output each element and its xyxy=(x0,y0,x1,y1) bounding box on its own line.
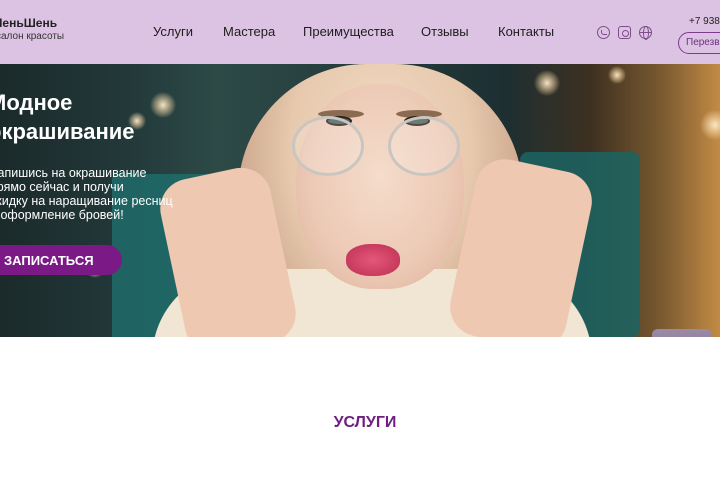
callback-button[interactable]: Перезвоните xyxy=(678,32,720,54)
hero-title-line-1: Модное xyxy=(0,90,73,115)
logo-subtitle: салон красоты xyxy=(0,31,65,42)
bokeh-light xyxy=(608,66,626,84)
model-lips xyxy=(346,244,400,276)
nav-advantages[interactable]: Преимущества xyxy=(303,24,394,39)
cup-image xyxy=(652,329,712,337)
bokeh-light xyxy=(700,110,720,140)
glasses-lens-right xyxy=(388,116,460,176)
signup-button[interactable]: ЗАПИСАТЬСЯ xyxy=(0,245,122,275)
nav-services[interactable]: Услуги xyxy=(153,24,193,39)
hero-banner: Модное окрашивание Запишись на окрашиван… xyxy=(0,64,720,337)
hero-title-line-2: окрашивание xyxy=(0,119,135,144)
header: ЧеньШень салон красоты Услуги Мастера Пр… xyxy=(0,0,720,64)
whatsapp-icon[interactable] xyxy=(597,26,610,39)
instagram-icon[interactable] xyxy=(618,26,631,39)
phone-number[interactable]: +7 938 xyxy=(689,16,720,27)
hero-text-line-1: Запишись на окрашивание xyxy=(0,166,147,180)
nav-contacts[interactable]: Контакты xyxy=(498,24,554,39)
nav-masters[interactable]: Мастера xyxy=(223,24,275,39)
glasses-lens-left xyxy=(292,116,364,176)
bokeh-light xyxy=(150,92,176,118)
globe-icon[interactable] xyxy=(639,26,652,40)
nav-reviews[interactable]: Отзывы xyxy=(421,24,469,39)
hero-text-line-4: и оформление бровей! xyxy=(0,208,124,222)
bokeh-light xyxy=(534,70,560,96)
hero-text-line-3: скидку на наращивание ресниц xyxy=(0,194,173,208)
logo-title[interactable]: ЧеньШень xyxy=(0,16,57,30)
services-section-title: УСЛУГИ xyxy=(333,414,397,431)
hero-text-line-2: прямо сейчас и получи xyxy=(0,180,124,194)
